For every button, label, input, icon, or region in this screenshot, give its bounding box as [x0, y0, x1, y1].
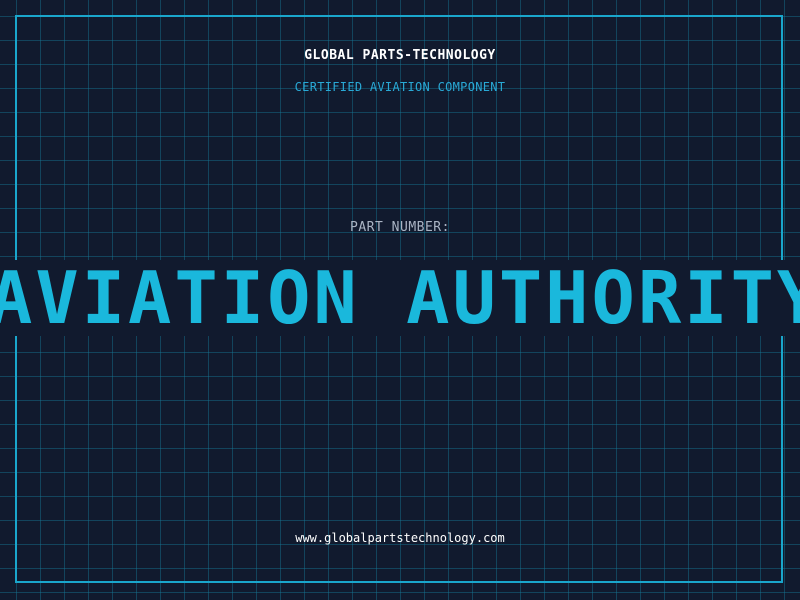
part-number-label: PART NUMBER: — [350, 220, 450, 235]
part-number-banner: AVIATION AUTHORITY — [0, 260, 800, 336]
company-name: GLOBAL PARTS-TECHNOLOGY — [304, 48, 496, 63]
website-url[interactable]: www.globalpartstechnology.com — [0, 531, 800, 545]
label-canvas: GLOBAL PARTS-TECHNOLOGY CERTIFIED AVIATI… — [0, 0, 800, 600]
part-number-value: AVIATION AUTHORITY — [0, 260, 800, 336]
certification-subtitle: CERTIFIED AVIATION COMPONENT — [294, 80, 506, 94]
